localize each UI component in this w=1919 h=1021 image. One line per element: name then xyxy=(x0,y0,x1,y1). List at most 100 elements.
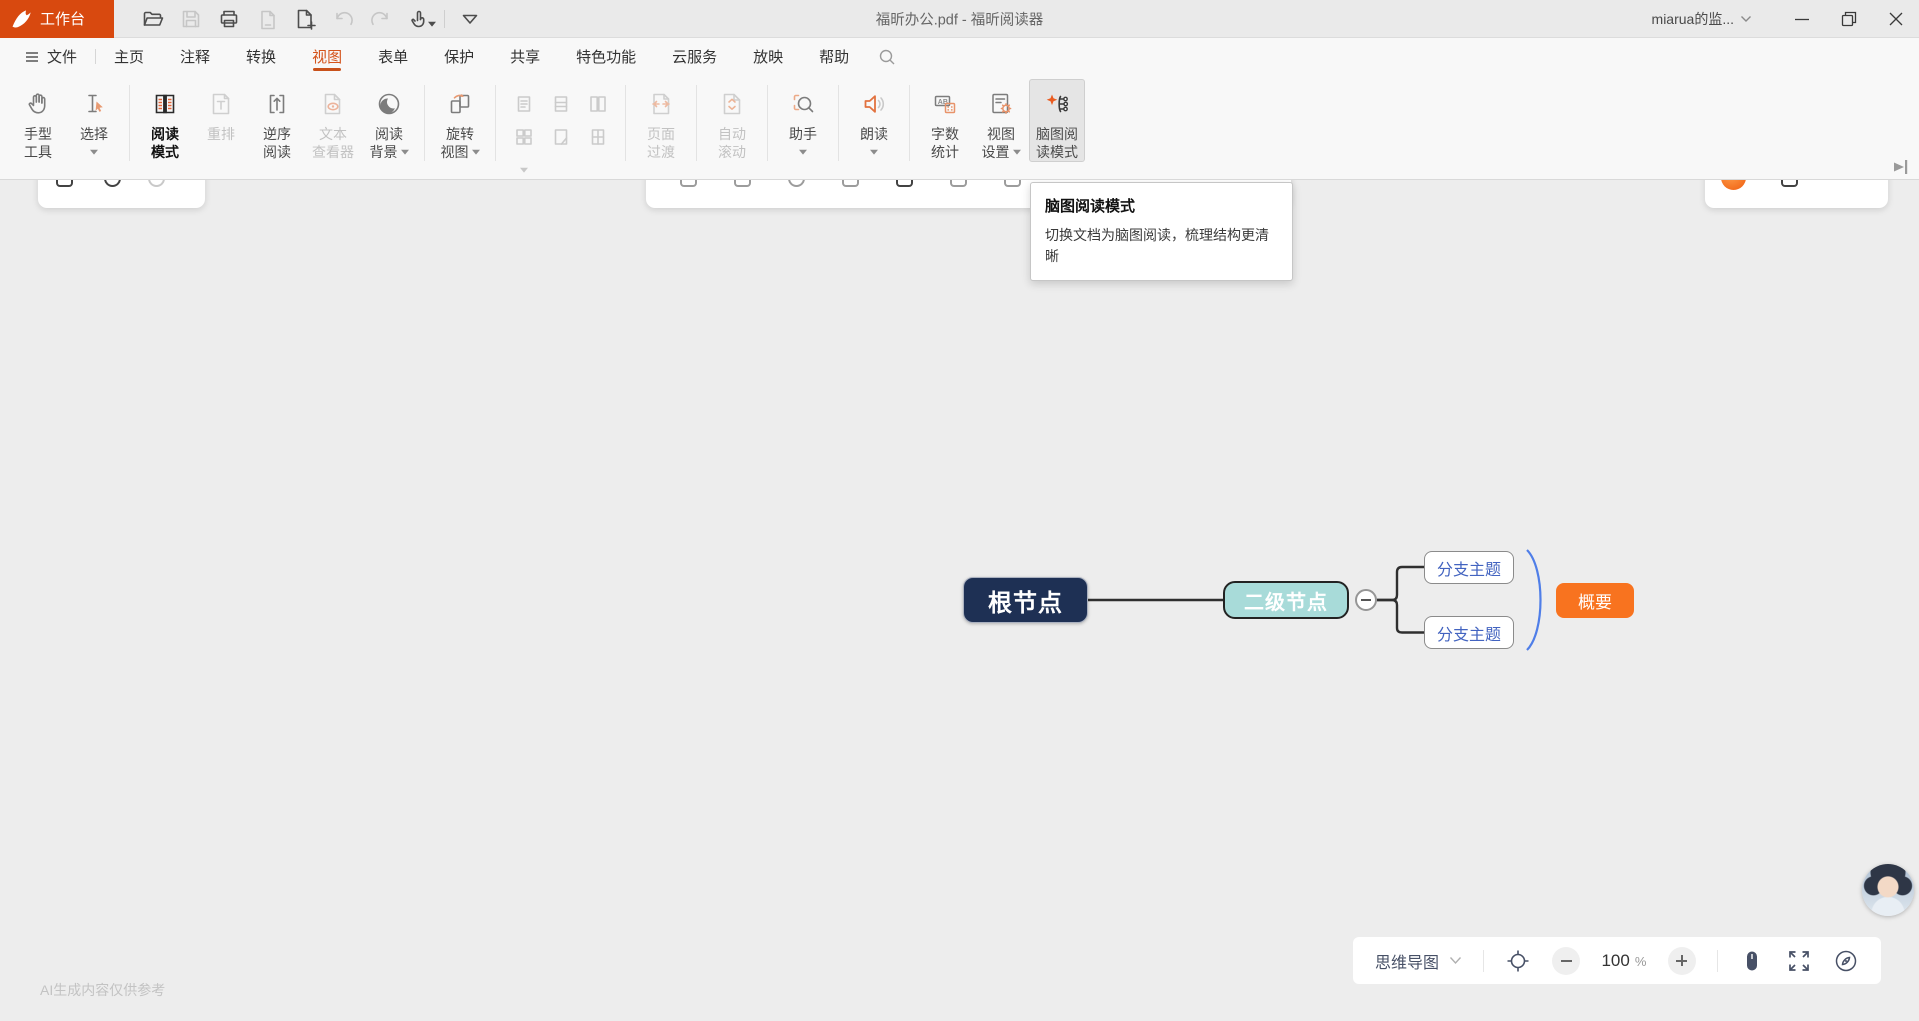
partial-icon[interactable] xyxy=(1781,180,1798,187)
partial-icon[interactable] xyxy=(148,180,165,187)
ribbon-item-label2: 过渡 xyxy=(647,143,675,161)
layout-continuous-icon xyxy=(552,95,570,113)
quick-open-folder-icon[interactable] xyxy=(134,0,172,38)
chevron-down-icon xyxy=(90,149,98,155)
ribbon-read-aloud[interactable]: 朗读 xyxy=(846,79,902,162)
view-mode-label: 思维导图 xyxy=(1375,949,1439,973)
collapse-node-button[interactable] xyxy=(1355,589,1377,611)
ribbon-word-count[interactable]: AB字数统计 xyxy=(917,79,973,162)
partial-icon[interactable] xyxy=(896,180,913,187)
minimize-button[interactable] xyxy=(1778,0,1825,38)
mindmap-root-node[interactable]: 根节点 xyxy=(963,577,1088,623)
ribbon-reading-background[interactable]: 阅读背景 xyxy=(361,79,417,162)
workspace-button[interactable]: 工作台 xyxy=(0,0,114,38)
menu-tab-label: 转换 xyxy=(246,46,276,67)
menu-tab-help[interactable]: 帮助 xyxy=(819,38,849,75)
partial-icon[interactable] xyxy=(104,180,121,187)
partial-icon[interactable] xyxy=(680,180,697,187)
compass-icon[interactable] xyxy=(1833,948,1859,974)
ribbon-auto-scroll: 自动滚动 xyxy=(704,79,760,162)
ribbon-item-label2: 读模式 xyxy=(1036,143,1078,161)
ribbon-hand-tool[interactable]: 手型工具 xyxy=(10,79,66,162)
account-name: miarua的监... xyxy=(1652,9,1734,29)
mouse-mode-icon[interactable] xyxy=(1739,948,1765,974)
divider xyxy=(95,49,96,64)
zoom-out-button[interactable] xyxy=(1552,947,1580,975)
select-icon xyxy=(80,83,108,125)
ribbon-read-mode[interactable]: 阅读模式 xyxy=(137,79,193,162)
menu-tab-share[interactable]: 共享 xyxy=(510,38,540,75)
locate-center-icon[interactable] xyxy=(1505,948,1531,974)
partial-icon[interactable] xyxy=(734,180,751,187)
mindmap-branch-node[interactable]: 分支主题 xyxy=(1424,551,1514,584)
menu-tab-home[interactable]: 主页 xyxy=(114,38,144,75)
chevron-down-icon xyxy=(472,149,480,155)
zoom-value: 100 xyxy=(1601,951,1629,971)
search-icon[interactable] xyxy=(877,47,897,67)
quick-touch-mode-icon[interactable] xyxy=(400,0,438,38)
partial-icon[interactable] xyxy=(1004,180,1021,187)
tooltip-mindmap-mode: 脑图阅读模式 切换文档为脑图阅读，梳理结构更清晰 xyxy=(1030,182,1293,281)
divider xyxy=(1717,950,1718,972)
mindmap-branch-node[interactable]: 分支主题 xyxy=(1424,616,1514,649)
ribbon-item-label: 文本 xyxy=(319,125,347,143)
menu-tab-file[interactable]: 文件 xyxy=(24,38,77,75)
layout-two-icon xyxy=(515,128,533,146)
quick-new-page-icon[interactable] xyxy=(286,0,324,38)
menu-tab-protect[interactable]: 保护 xyxy=(444,38,474,75)
quick-toolbar-overflow-icon[interactable] xyxy=(451,0,489,38)
menu-tab-convert[interactable]: 转换 xyxy=(246,38,276,75)
ribbon-separator xyxy=(625,85,626,161)
menu-tab-comment[interactable]: 注释 xyxy=(180,38,210,75)
account-menu[interactable]: miarua的监... xyxy=(1652,9,1752,29)
menu-tab-label: 保护 xyxy=(444,46,474,67)
menu-tab-label: 文件 xyxy=(47,46,77,67)
ribbon-item-label2: 统计 xyxy=(931,143,959,161)
ribbon-mindmap-mode[interactable]: 脑图阅读模式 xyxy=(1029,79,1085,162)
layout-split-icon xyxy=(589,128,607,146)
partial-icon[interactable] xyxy=(788,180,805,187)
menu-tab-label: 主页 xyxy=(114,46,144,67)
menu-tab-view[interactable]: 视图 xyxy=(312,38,342,75)
transition-icon xyxy=(647,83,675,125)
chevron-down-icon xyxy=(1013,149,1021,155)
ribbon-view-settings[interactable]: 视图设置 xyxy=(973,79,1029,162)
svg-text:AB: AB xyxy=(938,99,948,106)
ai-disclaimer: AI生成内容仅供参考 xyxy=(40,980,165,1000)
partial-icon[interactable] xyxy=(842,180,859,187)
close-button[interactable] xyxy=(1872,0,1919,38)
fullscreen-icon[interactable] xyxy=(1786,948,1812,974)
layout-single-icon xyxy=(515,95,533,113)
ribbon-item-label: 逆序 xyxy=(263,125,291,143)
pin-panel-icon[interactable] xyxy=(1892,160,1912,174)
menu-tab-features[interactable]: 特色功能 xyxy=(576,38,636,75)
menu-tab-label: 表单 xyxy=(378,46,408,67)
partial-icon-orange[interactable] xyxy=(1721,180,1746,190)
menu-tab-present[interactable]: 放映 xyxy=(753,38,783,75)
partial-icon[interactable] xyxy=(56,180,73,187)
mindmap-second-node[interactable]: 二级节点 xyxy=(1223,581,1349,619)
menu-tab-cloud[interactable]: 云服务 xyxy=(672,38,717,75)
ribbon-separator xyxy=(696,85,697,161)
partial-icon[interactable] xyxy=(950,180,967,187)
mindmap-summary-node[interactable]: 概要 xyxy=(1556,583,1634,618)
zoom-unit: % xyxy=(1635,954,1647,969)
viewsettings-icon xyxy=(987,83,1015,125)
quick-print-icon[interactable] xyxy=(210,0,248,38)
menu-tab-label: 视图 xyxy=(312,46,342,67)
ribbon-item-label: 页面 xyxy=(647,125,675,143)
ribbon-reverse-reading[interactable]: 逆序阅读 xyxy=(249,79,305,162)
restore-button[interactable] xyxy=(1825,0,1872,38)
book-icon xyxy=(151,83,179,125)
ribbon-item-label2: 滚动 xyxy=(718,143,746,161)
ribbon-select-tool[interactable]: 选择 xyxy=(66,79,122,162)
avatar[interactable] xyxy=(1862,864,1914,916)
view-mode-select[interactable]: 思维导图 xyxy=(1375,949,1462,973)
ribbon-assistant[interactable]: 助手 xyxy=(775,79,831,162)
ribbon-rotate-view[interactable]: 旋转视图 xyxy=(432,79,488,162)
mindmap-canvas[interactable]: 脑图阅读模式 切换文档为脑图阅读，梳理结构更清晰 根节点 二级节点 分支主题 分… xyxy=(0,180,1919,1021)
ribbon-item-label: 选择 xyxy=(80,125,108,143)
menu-tab-form[interactable]: 表单 xyxy=(378,38,408,75)
zoom-in-button[interactable] xyxy=(1668,947,1696,975)
ribbon-separator xyxy=(495,85,496,161)
